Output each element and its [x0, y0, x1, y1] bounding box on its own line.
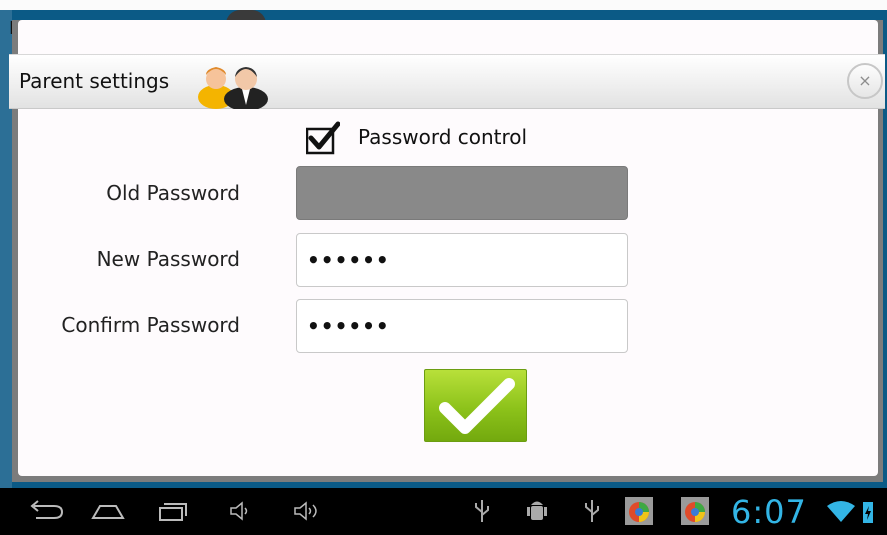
parents-icon [194, 59, 286, 113]
close-icon: × [858, 71, 872, 90]
app-notification-icon [625, 497, 653, 525]
android-debug-icon [527, 501, 547, 520]
usb-icon [475, 500, 489, 522]
old-password-label: Old Password [106, 181, 240, 205]
dialog-title: Parent settings [19, 69, 170, 93]
dialog-titlebar: Parent settings × [9, 54, 885, 111]
home-icon[interactable] [90, 498, 126, 524]
volume-down-icon[interactable] [228, 498, 252, 524]
checkmark-icon [305, 121, 341, 155]
password-control-label: Password control [358, 125, 528, 149]
confirm-password-label: Confirm Password [61, 313, 240, 337]
system-navigation-bar: 6:07 [0, 488, 887, 535]
checkmark-icon [439, 378, 515, 434]
usb-icon [585, 500, 599, 522]
old-password-field[interactable] [296, 166, 628, 220]
app-notification-icon [681, 497, 709, 525]
battery-charging-icon [863, 502, 873, 523]
confirm-password-field[interactable] [296, 299, 628, 353]
wifi-icon [827, 501, 855, 522]
volume-up-icon[interactable] [292, 498, 322, 524]
recent-apps-icon[interactable] [156, 498, 188, 524]
back-icon[interactable] [26, 498, 66, 524]
clock: 6:07 [731, 493, 807, 531]
new-password-label: New Password [96, 247, 240, 271]
close-button[interactable]: × [847, 63, 883, 99]
confirm-button[interactable] [424, 369, 527, 442]
new-password-field[interactable] [296, 233, 628, 287]
password-control-checkbox[interactable] [305, 121, 341, 155]
background-app-header [0, 0, 887, 10]
